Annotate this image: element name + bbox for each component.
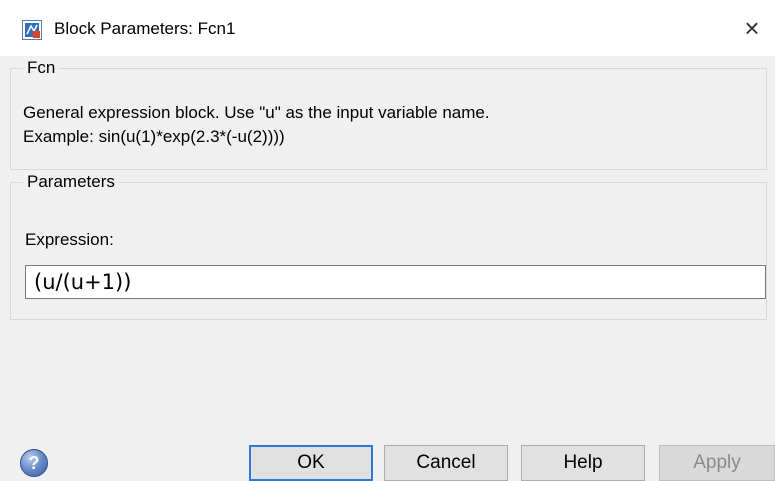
apply-button: Apply (659, 445, 775, 481)
block-description: General expression block. Use "u" as the… (23, 103, 490, 122)
close-icon: × (744, 12, 760, 43)
cancel-button[interactable]: Cancel (384, 445, 508, 481)
title-bar[interactable]: Block Parameters: Fcn1 × (0, 0, 775, 56)
help-button[interactable]: Help (521, 445, 645, 481)
fcn-group: Fcn General expression block. Use "u" as… (10, 58, 767, 170)
expression-input[interactable] (25, 265, 766, 299)
ok-button[interactable]: OK (249, 445, 373, 481)
window-title: Block Parameters: Fcn1 (54, 19, 236, 38)
expression-label: Expression: (25, 230, 114, 249)
parameters-group: Parameters Expression: (10, 172, 767, 320)
fcn-group-legend: Fcn (23, 58, 60, 78)
block-example: Example: sin(u(1)*exp(2.3*(-u(2)))) (23, 127, 285, 146)
help-icon[interactable]: ? (20, 449, 48, 477)
parameters-group-legend: Parameters (23, 172, 119, 192)
simulink-block-icon (22, 20, 42, 40)
close-button[interactable]: × (729, 0, 775, 56)
question-mark-glyph: ? (28, 452, 40, 473)
